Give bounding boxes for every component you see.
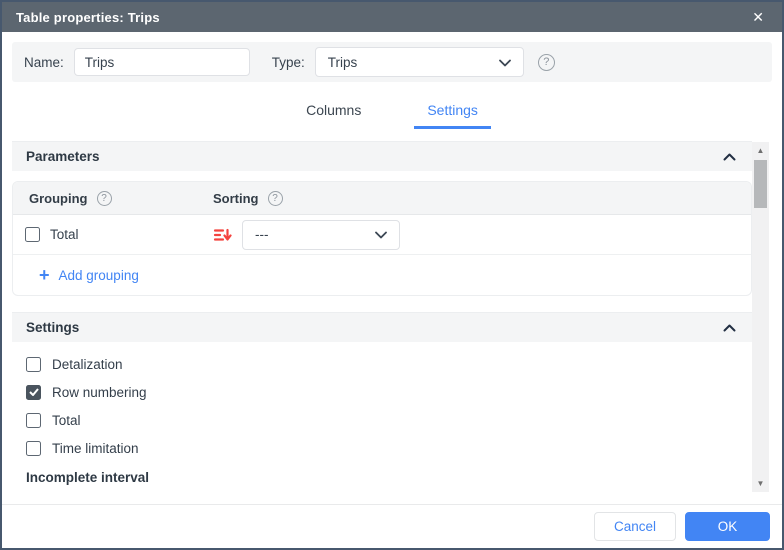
add-grouping-button[interactable]: + Add grouping xyxy=(13,255,751,295)
row-numbering-checkbox[interactable] xyxy=(26,385,41,400)
scroll-content: Parameters Grouping ? Sorting ? xyxy=(12,141,752,485)
tab-columns[interactable]: Columns xyxy=(293,96,374,129)
time-limitation-label: Time limitation xyxy=(52,441,139,456)
grouping-table: Grouping ? Sorting ? Total xyxy=(12,181,752,296)
tab-bar: Columns Settings xyxy=(2,96,782,129)
name-type-bar: Name: Type: Trips ? xyxy=(12,42,772,82)
sorting-select[interactable]: --- xyxy=(242,220,400,250)
close-icon[interactable]: ✕ xyxy=(748,8,768,26)
dialog-title: Table properties: Trips xyxy=(16,10,160,25)
total-checkbox[interactable] xyxy=(26,413,41,428)
chevron-down-icon xyxy=(375,227,387,242)
vertical-scrollbar[interactable]: ▲ ▼ xyxy=(752,142,769,492)
dialog-titlebar: Table properties: Trips ✕ xyxy=(2,2,782,32)
checkbox-row-time-limitation: Time limitation xyxy=(26,434,752,462)
cancel-button[interactable]: Cancel xyxy=(594,512,676,541)
total-grouping-checkbox[interactable] xyxy=(25,227,40,242)
table-properties-dialog: Table properties: Trips ✕ Name: Type: Tr… xyxy=(0,0,784,550)
sorting-column-header: Sorting xyxy=(213,191,259,206)
scroll-down-icon[interactable]: ▼ xyxy=(752,476,769,491)
add-grouping-label: Add grouping xyxy=(59,268,139,283)
detalization-checkbox[interactable] xyxy=(26,357,41,372)
sort-descending-icon[interactable] xyxy=(213,226,232,244)
name-input[interactable] xyxy=(74,48,250,76)
grouping-row-label: Total xyxy=(50,227,79,242)
scroll-up-icon[interactable]: ▲ xyxy=(752,143,769,158)
type-select-value: Trips xyxy=(328,55,358,70)
settings-section-header[interactable]: Settings xyxy=(12,312,752,342)
detalization-label: Detalization xyxy=(52,357,123,372)
grouping-help-icon[interactable]: ? xyxy=(97,191,112,206)
type-label: Type: xyxy=(272,55,305,70)
settings-section-title: Settings xyxy=(26,320,79,335)
parameters-section-header[interactable]: Parameters xyxy=(12,141,752,171)
checkbox-row-detalization: Detalization xyxy=(26,350,752,378)
chevron-down-icon xyxy=(499,55,511,70)
row-numbering-label: Row numbering xyxy=(52,385,147,400)
scrollbar-thumb[interactable] xyxy=(754,160,767,208)
time-limitation-checkbox[interactable] xyxy=(26,441,41,456)
sorting-select-value: --- xyxy=(255,227,269,242)
checkbox-row-total: Total xyxy=(26,406,752,434)
total-label: Total xyxy=(52,413,81,428)
plus-icon: + xyxy=(39,266,50,284)
settings-checkbox-list: Detalization Row numbering Total Time li… xyxy=(12,342,752,462)
grouping-row-total: Total --- xyxy=(13,215,751,255)
grouping-table-header: Grouping ? Sorting ? xyxy=(13,182,751,215)
checkbox-row-row-numbering: Row numbering xyxy=(26,378,752,406)
chevron-up-icon[interactable] xyxy=(721,151,738,163)
type-select[interactable]: Trips xyxy=(315,47,524,77)
ok-button[interactable]: OK xyxy=(685,512,770,541)
type-help-icon[interactable]: ? xyxy=(538,54,555,71)
name-label: Name: xyxy=(24,55,64,70)
dialog-footer: Cancel OK xyxy=(2,504,782,548)
chevron-up-icon[interactable] xyxy=(721,322,738,334)
grouping-column-header: Grouping xyxy=(29,191,88,206)
sorting-help-icon[interactable]: ? xyxy=(268,191,283,206)
parameters-section-title: Parameters xyxy=(26,149,100,164)
incomplete-interval-heading: Incomplete interval xyxy=(12,462,752,485)
tab-settings[interactable]: Settings xyxy=(414,96,491,129)
